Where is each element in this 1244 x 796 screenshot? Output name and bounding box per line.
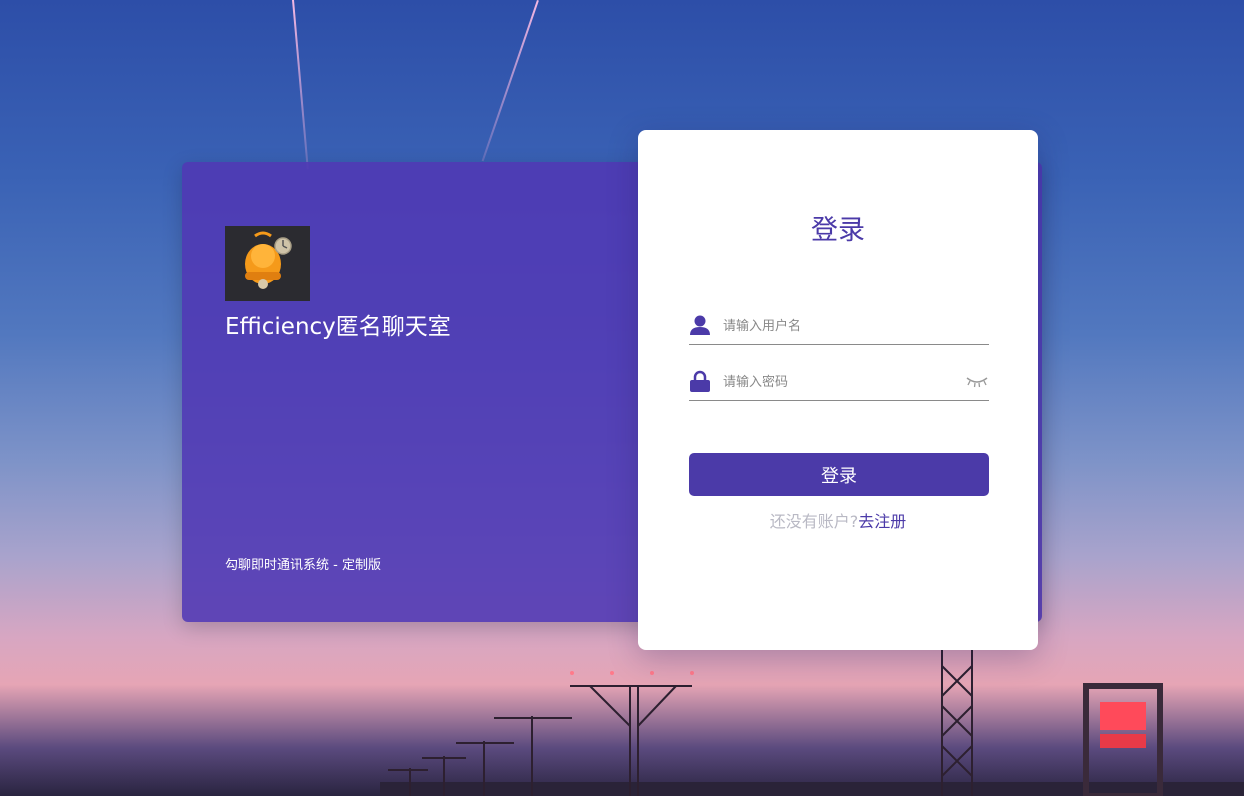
login-button[interactable]: 登录: [689, 453, 989, 496]
lock-icon: [690, 370, 710, 392]
username-input[interactable]: [723, 314, 953, 338]
username-field: [689, 308, 989, 345]
register-line: 还没有账户?去注册: [638, 508, 1038, 532]
login-title: 登录: [811, 215, 865, 246]
airfield-silhouette: [380, 646, 1244, 796]
login-card: 登录 登录 还没有账户?去注册: [638, 130, 1038, 650]
user-icon: [690, 315, 710, 335]
eye-closed-icon[interactable]: [965, 374, 989, 388]
bell-icon: [245, 231, 292, 289]
light-streak: [481, 0, 539, 162]
light-streak: [292, 0, 309, 170]
password-input[interactable]: [723, 370, 953, 394]
register-link[interactable]: 去注册: [858, 512, 906, 531]
app-logo: [225, 226, 310, 301]
app-name: Efficiency匿名聊天室: [225, 314, 451, 340]
system-footer: 勾聊即时通讯系统 - 定制版: [225, 558, 381, 573]
password-field: [689, 364, 989, 401]
register-prompt: 还没有账户?: [769, 512, 859, 531]
